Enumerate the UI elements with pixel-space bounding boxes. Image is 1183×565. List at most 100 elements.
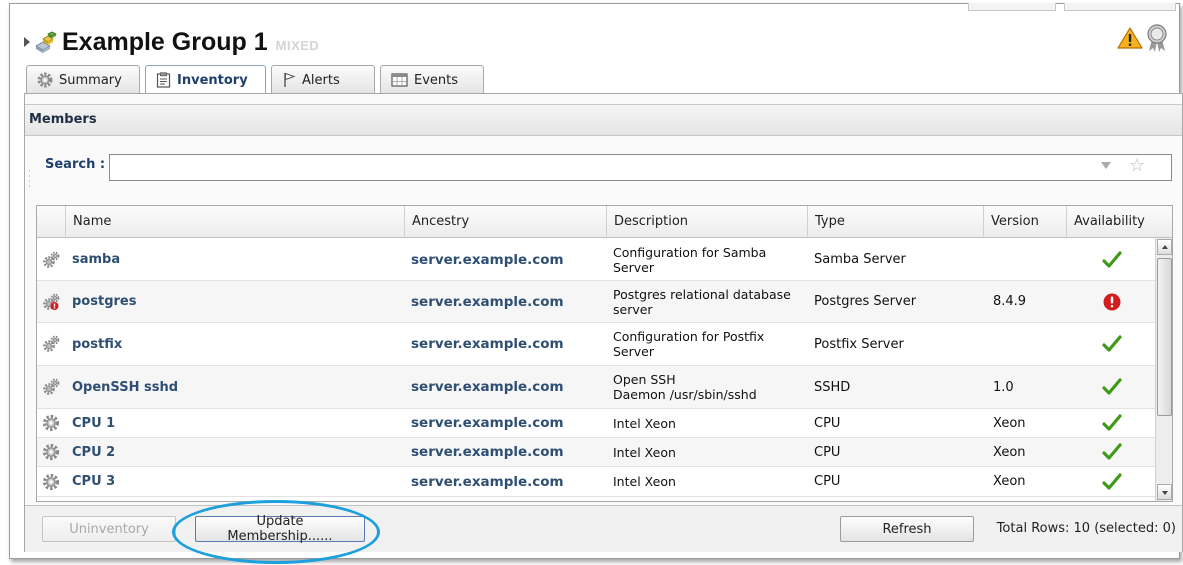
ancestry-link[interactable]: server.example.com <box>411 252 564 268</box>
table-row[interactable]: postfix server.example.com Configuration f… <box>37 323 1166 366</box>
top-tab-stub <box>968 3 1056 11</box>
ancestry-link[interactable]: server.example.com <box>411 444 564 460</box>
description-cell: Open SSH Daemon /usr/sbin/sshd <box>613 366 805 408</box>
description-cell: Postgres relational database server <box>613 281 805 322</box>
name-cell[interactable]: CPU 1 <box>72 409 402 437</box>
scroll-down-button[interactable] <box>1157 484 1172 500</box>
version-cell <box>993 239 1068 280</box>
scroll-thumb[interactable] <box>1157 258 1172 416</box>
ancestry-cell[interactable]: server.example.com <box>411 438 606 466</box>
cogs-error-icon <box>43 293 60 310</box>
type-cell: CPU <box>814 409 984 437</box>
type-text: CPU <box>814 415 841 431</box>
resource-name-link[interactable]: CPU 3 <box>72 474 115 489</box>
resource-type-icon-cell <box>37 366 65 408</box>
ancestry-link[interactable]: server.example.com <box>411 379 564 395</box>
tab-inventory[interactable]: Inventory <box>145 65 266 94</box>
resource-type-icon-cell <box>37 239 65 280</box>
type-cell: CPU <box>814 467 984 496</box>
resource-name-link[interactable]: samba <box>72 252 120 267</box>
ancestry-cell[interactable]: server.example.com <box>411 239 606 280</box>
column-header-name[interactable]: Name <box>65 206 404 238</box>
name-cell[interactable]: OpenSSH sshd <box>72 366 402 408</box>
resource-name-link[interactable]: CPU 1 <box>72 416 115 431</box>
type-cell: Postfix Server <box>814 323 984 365</box>
resource-name-link[interactable]: CPU 2 <box>72 445 115 460</box>
flag-icon <box>284 72 296 87</box>
table-row[interactable]: postgres server.example.com Postgres relat… <box>37 281 1166 323</box>
header-status-icons <box>1117 23 1169 53</box>
resource-name-link[interactable]: OpenSSH sshd <box>72 380 178 395</box>
badge-icon[interactable] <box>1145 23 1169 53</box>
star-icon[interactable]: ☆ <box>1129 157 1145 175</box>
table-row[interactable]: OpenSSH sshd server.example.com Open SSH Da… <box>37 366 1166 409</box>
ancestry-cell[interactable]: server.example.com <box>411 281 606 322</box>
table-footer: Uninventory Update Membership...... Refr… <box>25 505 1182 552</box>
column-header-type[interactable]: Type <box>807 206 983 238</box>
tab-events[interactable]: Events <box>380 65 484 94</box>
name-cell[interactable]: CPU 3 <box>72 467 402 496</box>
search-dropdown-icon[interactable] <box>1101 162 1111 169</box>
version-text: 1.0 <box>993 379 1014 395</box>
name-cell[interactable]: samba <box>72 239 402 280</box>
icon-column-header[interactable] <box>37 206 65 238</box>
ancestry-link[interactable]: server.example.com <box>411 336 564 352</box>
type-cell: Postgres Server <box>814 281 984 322</box>
resource-name-link[interactable]: postgres <box>72 294 136 309</box>
column-header-description[interactable]: Description <box>606 206 807 238</box>
description-line: Daemon /usr/sbin/sshd <box>613 387 757 402</box>
gear-icon <box>42 473 60 490</box>
group-icon <box>35 31 57 53</box>
ancestry-cell[interactable]: server.example.com <box>411 366 606 408</box>
resource-name-link[interactable]: postfix <box>72 337 122 352</box>
availability-cell <box>1066 409 1158 437</box>
scroll-up-button[interactable] <box>1157 239 1172 255</box>
cogs-icon <box>43 335 60 352</box>
page-header: Example Group 1 MIXED <box>24 22 319 62</box>
resource-type-icon-cell <box>37 438 65 466</box>
table-row[interactable]: samba server.example.com Configuration for… <box>37 239 1166 281</box>
ancestry-link[interactable]: server.example.com <box>411 474 564 490</box>
resize-grip[interactable]: · · · · <box>28 168 36 192</box>
description-line: Intel Xeon <box>613 415 676 431</box>
vertical-scrollbar[interactable] <box>1155 238 1172 501</box>
description-cell: Configuration for Samba Server <box>613 239 805 280</box>
type-text: SSHD <box>814 379 851 395</box>
ancestry-cell[interactable]: server.example.com <box>411 467 606 496</box>
search-input[interactable] <box>109 154 1172 181</box>
ancestry-link[interactable]: server.example.com <box>411 294 564 310</box>
description-line: Server <box>613 344 654 359</box>
table-row[interactable]: CPU 3 server.example.com Intel Xeon CPU Xeon <box>37 467 1166 497</box>
availability-cell <box>1066 239 1158 280</box>
refresh-button[interactable]: Refresh <box>840 516 974 542</box>
name-cell[interactable]: postgres <box>72 281 402 322</box>
inventory-panel: · · · · Members Search : ☆ Name Ancestry De… <box>24 93 1183 552</box>
name-cell[interactable]: postfix <box>72 323 402 365</box>
update-membership-button[interactable]: Update Membership...... <box>195 514 365 544</box>
gear-icon <box>42 414 60 432</box>
table-row[interactable]: CPU 1 server.example.com Intel Xeon CPU Xeon <box>37 409 1166 438</box>
column-header-availability[interactable]: Availability <box>1066 206 1158 238</box>
description-cell: Intel Xeon <box>613 438 805 466</box>
description-line: Configuration for Postfix <box>613 329 765 344</box>
column-header-ancestry[interactable]: Ancestry <box>404 206 606 238</box>
version-text: Xeon <box>993 444 1026 460</box>
description-line: Postgres relational database <box>613 286 791 302</box>
tab-alerts[interactable]: Alerts <box>271 65 375 94</box>
version-cell: Xeon <box>993 409 1068 437</box>
warning-icon[interactable] <box>1117 26 1143 50</box>
tab-summary[interactable]: Summary <box>26 65 140 94</box>
description-text: Intel Xeon <box>613 445 676 460</box>
ancestry-cell[interactable]: server.example.com <box>411 409 606 437</box>
group-category-label: MIXED <box>275 37 320 53</box>
uninventory-button[interactable]: Uninventory <box>42 516 176 542</box>
description-line: Intel Xeon <box>613 444 676 460</box>
expand-arrow-icon[interactable] <box>24 37 30 47</box>
cogs-icon <box>43 378 60 395</box>
ancestry-link[interactable]: server.example.com <box>411 415 564 431</box>
table-row[interactable]: CPU 2 server.example.com Intel Xeon CPU Xeon <box>37 438 1166 467</box>
ancestry-cell[interactable]: server.example.com <box>411 323 606 365</box>
name-cell[interactable]: CPU 2 <box>72 438 402 466</box>
description-line: server <box>613 301 653 317</box>
column-header-version[interactable]: Version <box>983 206 1066 238</box>
